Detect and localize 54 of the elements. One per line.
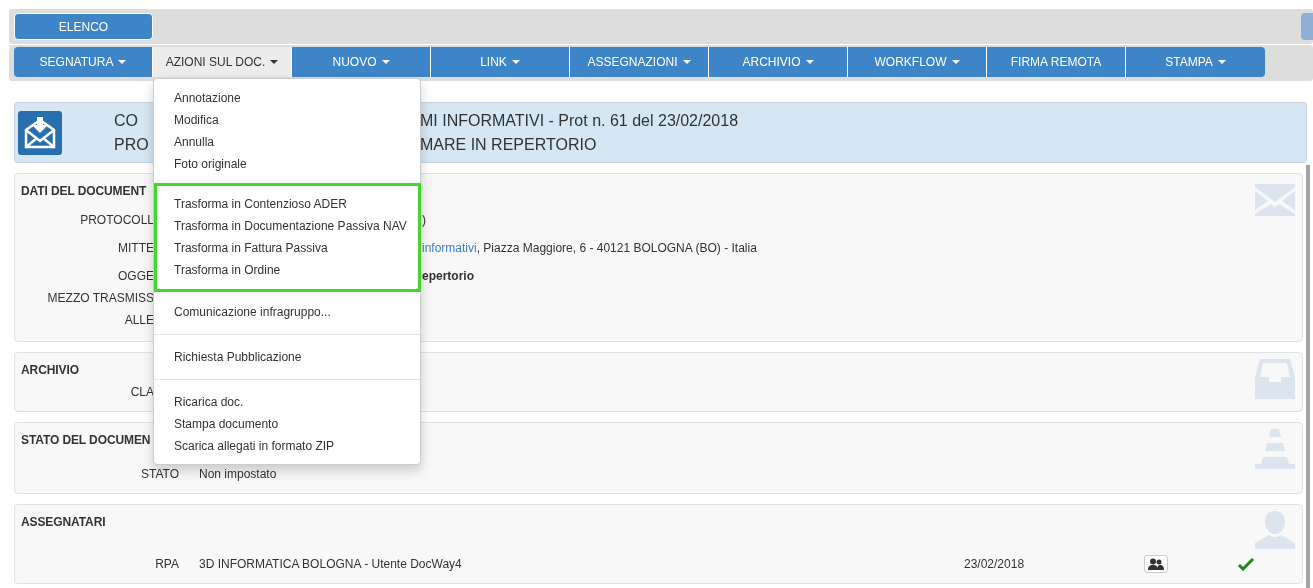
menu-item[interactable]: Trasforma in Fattura Passiva [157, 237, 418, 259]
field-label: MITTE [117, 240, 154, 255]
menu-item[interactable]: Trasforma in Documentazione Passiva NAV [157, 215, 418, 237]
nav-tab[interactable]: FIRMA REMOTA [987, 47, 1126, 77]
field-label: OGGE [117, 268, 154, 283]
menu-item[interactable]: Ricarica doc. [157, 391, 417, 413]
menu-item[interactable]: Comunicazione infragruppo... [157, 301, 417, 323]
date-text: 23/02/2018 [964, 557, 1026, 571]
title-text: MARE IN REPERTORIO [420, 135, 597, 155]
cone-icon [1254, 429, 1296, 469]
menu-item[interactable]: Stampa documento [157, 413, 417, 435]
field-value: 3D INFORMATICA BOLOGNA - Utente DocWay4 [199, 557, 462, 571]
field-label: RPA [154, 557, 179, 571]
person-icon [1254, 511, 1296, 551]
section-title: DATI DEL DOCUMENT [21, 183, 147, 200]
title-text: CO [114, 111, 138, 131]
menu-item[interactable]: Annulla [157, 131, 417, 153]
menu-item[interactable]: Modifica [157, 109, 417, 131]
field-label: STATO [140, 467, 179, 481]
nav-tab[interactable]: ARCHIVIO [709, 47, 848, 77]
field-value: , Piazza Maggiore, 6 - 40121 BOLOGNA (BO) - Italia [476, 240, 757, 255]
menu-item[interactable]: Scarica allegati in formato ZIP [157, 435, 417, 457]
field-label: ALLE [123, 312, 154, 327]
scrollbar[interactable] [1306, 165, 1310, 588]
field-label: CLA [129, 385, 154, 399]
field-label: MEZZO TRASMISS [46, 290, 154, 305]
field-value: Non impostato [199, 467, 277, 481]
menu-item[interactable]: Trasforma in Contenzioso ADER [157, 193, 418, 215]
section-title: ASSEGNATARI [21, 514, 106, 531]
nav-tab[interactable]: WORKFLOW [848, 47, 987, 77]
title-text: MI INFORMATIVI - Prot n. 61 del 23/02/2018 [420, 111, 739, 131]
field-label: PROTOCOLL [79, 212, 154, 227]
nav-tab[interactable]: SEGNATURA [14, 47, 153, 77]
list-button[interactable]: ELENCO [14, 13, 153, 40]
people-icon [1148, 558, 1164, 570]
nav-tab[interactable]: STAMPA [1126, 47, 1265, 77]
nav-tab[interactable]: AZIONI SUL DOC. [153, 47, 292, 77]
nav-tab[interactable]: NUOVO [292, 47, 431, 77]
side-button[interactable] [1301, 13, 1313, 40]
nav-tab[interactable]: LINK [431, 47, 570, 77]
section-title: STATO DEL DOCUMEN [21, 432, 151, 449]
menu-item[interactable]: Richiesta Pubblicazione [157, 346, 417, 368]
menu-item[interactable]: Foto originale [157, 153, 417, 175]
envelope-download-icon [18, 110, 62, 155]
menu-item[interactable]: Trasforma in Ordine [157, 259, 418, 281]
field-value: ) [422, 212, 426, 227]
sender-link[interactable]: informativi [422, 240, 477, 255]
inbox-icon [1254, 359, 1296, 399]
people-button[interactable] [1144, 555, 1168, 573]
menu-item[interactable]: Annotazione [157, 87, 417, 109]
nav-tab[interactable]: ASSEGNAZIONI [570, 47, 709, 77]
title-text: PRO [114, 135, 149, 155]
field-value: epertorio [422, 268, 474, 283]
section-title: ARCHIVIO [21, 362, 79, 379]
